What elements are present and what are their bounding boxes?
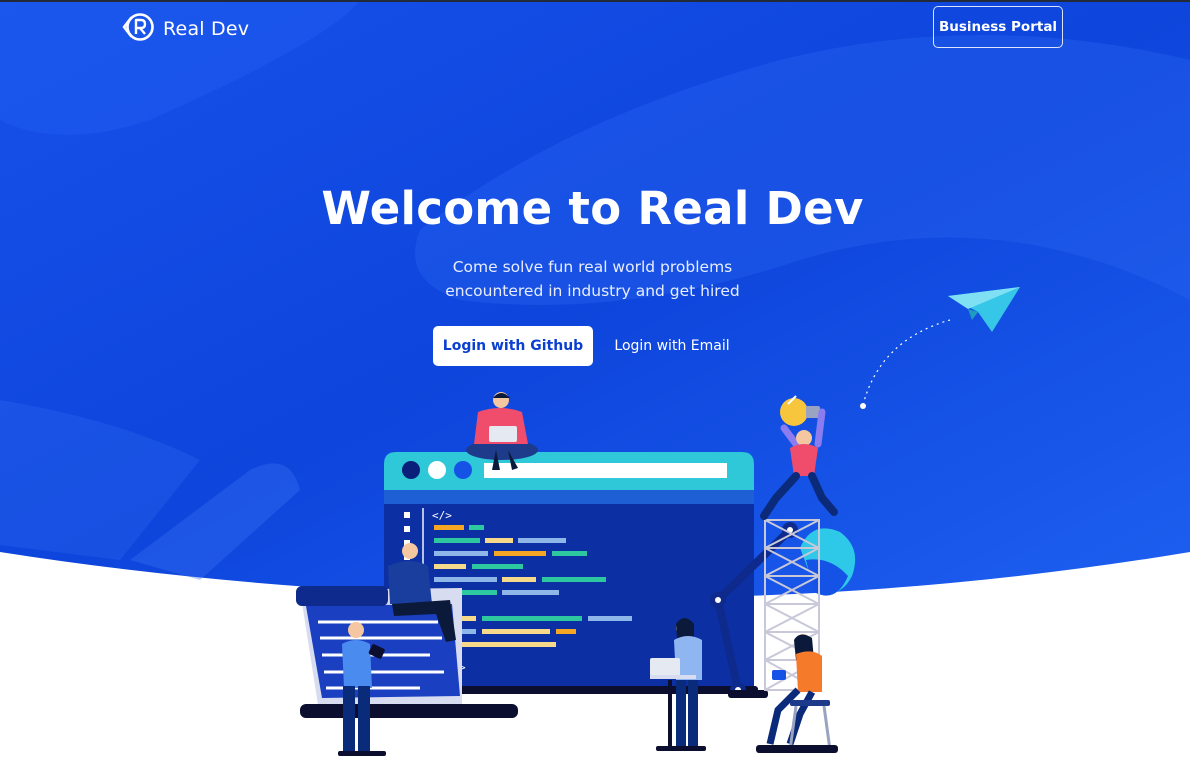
hero-section bbox=[0, 0, 1190, 762]
brand[interactable]: Real Dev bbox=[121, 11, 249, 47]
brand-name: Real Dev bbox=[163, 18, 250, 40]
real-dev-logo-icon bbox=[121, 11, 155, 47]
hero-title: Welcome to Real Dev bbox=[321, 182, 864, 235]
top-border bbox=[0, 0, 1190, 2]
hero-background bbox=[0, 0, 1190, 599]
business-portal-button[interactable]: Business Portal bbox=[933, 6, 1063, 48]
login-email-link[interactable]: Login with Email bbox=[604, 326, 740, 366]
hero-subtitle: Come solve fun real world problems encou… bbox=[0, 255, 1185, 303]
hero-subtitle-line1: Come solve fun real world problems bbox=[452, 258, 733, 276]
login-github-button[interactable]: Login with Github bbox=[433, 326, 593, 366]
hero-subtitle-line2: encountered in industry and get hired bbox=[445, 282, 740, 300]
